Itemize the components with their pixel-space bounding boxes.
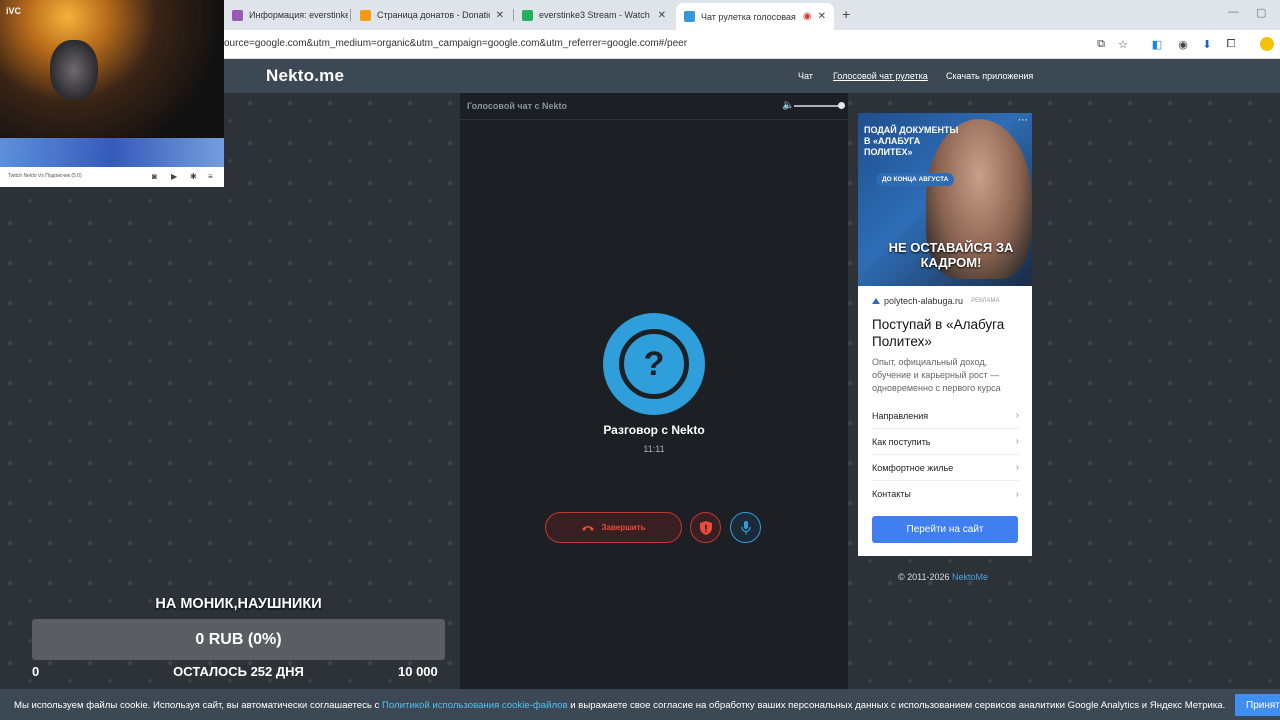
tab-label: everstinke3 Stream - Watch Live [539,10,652,20]
ad-image-headline: ПОДАЙ ДОКУМЕНТЫ В «АЛАБУГА ПОЛИТЕХ» [864,125,959,157]
ad-image[interactable]: ПОДАЙ ДОКУМЕНТЫ В «АЛАБУГА ПОЛИТЕХ» ДО К… [858,113,1032,286]
chat-title: Голосовой чат с Nekto [467,101,568,111]
url-field[interactable]: ource=google.com&utm_medium=organic&utm_… [224,38,687,49]
cookie-banner: Мы используем файлы cookie. Используя са… [0,689,1280,720]
peer-name: Разговор с Nekto [603,423,705,437]
donation-remaining: ОСТАЛОСЬ 252 ДНЯ [173,664,304,679]
chat-header: Голосовой чат с Nekto 🔈 [460,93,848,120]
webcam-toolbar: Twitch Nekto Vs Подписчик (5.0) ◙ ▶ ✱ ≡ [0,167,224,187]
ad-badge: РЕКЛАМА [971,298,1000,304]
extensions-puzzle-icon[interactable]: ⧠ [1224,37,1238,51]
donation-progress-text: 0 RUB (0%) [195,630,282,648]
recording-icon: ◉ [802,11,812,22]
chevron-right-icon: › [1015,410,1019,421]
browser-tab-info[interactable]: Информация: everstinke3 [224,4,348,26]
browser-tab-kick-stream[interactable]: everstinke3 Stream - Watch Live ✕ [514,4,674,26]
close-tab-icon[interactable]: ✕ [818,11,826,22]
peer-avatar: ? [603,313,705,415]
download-icon[interactable]: ⬇ [1200,37,1214,51]
cookie-text-end: и выражаете свое согласие на обработку в… [567,700,1226,711]
bookmark-star-icon[interactable]: ☆ [1116,37,1130,51]
chevron-right-icon: › [1015,436,1019,447]
donationalerts-icon [360,9,371,21]
ad-domain-text: polytech-alabuga.ru [884,296,964,306]
cookie-text: Мы используем файлы cookie. Используя са… [14,700,1225,711]
close-tab-icon[interactable]: ✕ [496,10,504,21]
video-icon[interactable]: ▶ [171,172,177,181]
profile-avatar-icon[interactable] [1260,37,1274,51]
ad-menu-icon[interactable]: ⋯ [1018,115,1028,126]
call-timer: 11:11 [643,444,665,454]
nav-chat[interactable]: Чат [798,71,813,81]
donation-progress-bar: 0 RUB (0%) [32,619,445,660]
advertisement[interactable]: ПОДАЙ ДОКУМЕНТЫ В «АЛАБУГА ПОЛИТЕХ» ДО К… [858,113,1032,556]
ad-description: Опыт, официальный доход, обучение и карь… [872,357,1001,393]
shield-icon [699,520,712,535]
hang-up-icon [582,525,595,531]
volume-slider-handle[interactable] [838,102,845,109]
voice-chat-panel: Голосовой чат с Nekto 🔈 ? Разговор с Nek… [460,93,848,689]
ad-link-label: Контакты [872,489,911,499]
question-mark-icon: ? [619,329,689,399]
webcam-overlay: iVC Twitch Nekto Vs Подписчик (5.0) ◙ ▶ … [0,0,224,187]
tab-label: Чат рулетка голосовая — [701,11,797,22]
webcam-caption: Twitch Nekto Vs Подписчик (5.0) [8,173,82,179]
end-call-label: Завершить [601,523,646,532]
cookie-text-start: Мы используем файлы cookie. Используя са… [14,700,382,711]
browser-tab-donations[interactable]: Страница донатов - Donation ✕ [352,4,512,26]
volume-icon[interactable]: 🔈 [782,100,794,111]
install-app-icon[interactable]: ⧉ [1094,37,1108,51]
cookie-accept-button[interactable]: Принять [1235,694,1280,716]
microphone-button[interactable] [730,512,761,543]
camera-icon[interactable]: ◙ [152,172,157,181]
ad-domain[interactable]: polytech-alabuga.ru РЕКЛАМА [872,296,1000,306]
footer-brand-link[interactable]: NektoMe [952,572,988,582]
tab-favicon-icon [232,9,243,21]
new-tab-button[interactable]: + [842,6,850,22]
nekto-favicon-icon [684,11,695,22]
tab-label: Страница донатов - Donation [377,10,490,20]
ad-link-directions[interactable]: Направления › [872,403,1019,429]
webcam-feed: iVC [0,0,224,167]
tab-label: Информация: everstinke3 [249,10,348,20]
ad-image-slogan: НЕ ОСТАВАЙСЯ ЗА КАДРОМ! [888,240,1014,270]
webcam-watermark: iVC [6,6,22,16]
kick-icon [522,9,533,21]
ad-link-label: Комфортное жилье [872,462,954,473]
minimize-icon[interactable]: — [1228,6,1239,18]
microphone-icon [740,520,751,534]
end-call-button[interactable]: Завершить [545,512,682,543]
extension-icon[interactable]: ◧ [1150,37,1164,51]
donation-goal-title: НА МОНИК,НАУШНИКИ [155,596,322,612]
report-button[interactable] [690,512,721,543]
ad-link-how-to-apply[interactable]: Как поступить › [872,429,1019,455]
ad-domain-logo-icon [872,298,880,304]
ad-image-badge: ДО КОНЦА АВГУСТА [876,173,955,186]
volume-slider[interactable] [794,105,842,107]
ad-cta-button[interactable]: Перейти на сайт [872,516,1018,543]
chevron-right-icon: › [1015,462,1019,473]
streamer-figure [50,40,98,100]
led-strip [0,138,224,167]
maximize-icon[interactable]: ▢ [1256,6,1266,19]
chevron-right-icon: › [1015,488,1019,500]
menu-icon[interactable]: ≡ [208,172,213,181]
ad-link-label: Направления [872,410,929,421]
ad-link-housing[interactable]: Комфортное жилье › [872,455,1019,481]
ad-link-contacts[interactable]: Контакты › [872,481,1019,507]
copyright: © 2011-2026 NektoMe [898,572,988,582]
close-tab-icon[interactable]: ✕ [658,10,666,21]
donation-max: 10 000 [398,664,438,679]
extension-icon[interactable]: ◉ [1176,37,1190,51]
nav-download-apps[interactable]: Скачать приложения [946,71,1033,81]
gear-icon[interactable]: ✱ [190,172,197,181]
site-header: Nekto.me Чат Голосовой чат рулетка Скача… [224,59,1280,93]
cookie-policy-link[interactable]: Политикой использования cookie-файлов [382,700,568,711]
site-logo[interactable]: Nekto.me [266,66,344,86]
ad-title[interactable]: Поступай в «Алабуга Политех» [872,316,1022,350]
browser-tab-nekto[interactable]: Чат рулетка голосовая — ◉ ✕ [676,3,834,30]
ad-link-label: Как поступить [872,436,931,447]
copyright-text: © 2011-2026 [898,572,950,582]
nav-voice-chat[interactable]: Голосовой чат рулетка [833,71,928,81]
